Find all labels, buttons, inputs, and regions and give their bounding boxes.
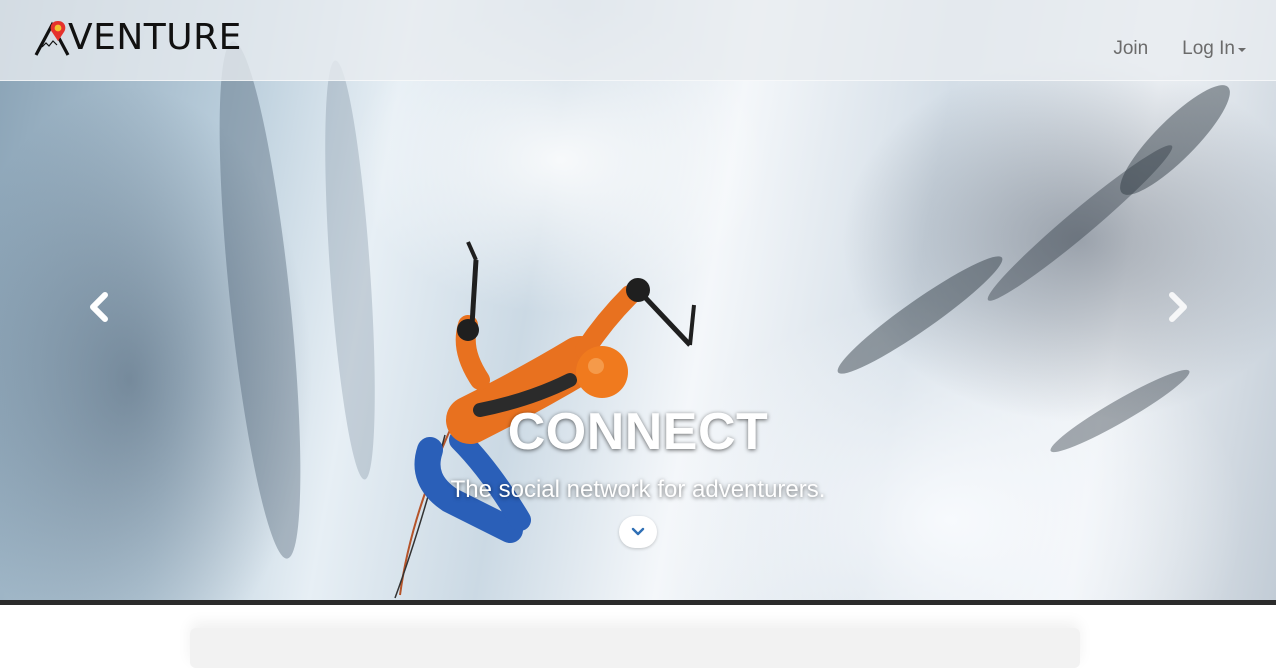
chevron-left-icon [90,292,108,322]
chevron-down-icon [631,527,645,536]
login-dropdown[interactable]: Log In [1148,38,1246,60]
mountain-pin-logo-icon [34,21,70,56]
content-section [190,628,1080,668]
login-label: Log In [1182,38,1235,59]
brand-logo[interactable]: VENTURE [34,18,242,58]
chevron-right-icon [1169,292,1187,322]
carousel-title: CONNECT [507,403,769,461]
scroll-down-button[interactable] [619,516,657,548]
carousel-prev-button[interactable] [84,290,114,324]
carousel-next-button[interactable] [1163,290,1193,324]
nav-links: Join Log In [1079,38,1246,60]
hero-carousel [0,0,1276,600]
brand-name: VENTURE [68,17,242,58]
carousel-subtitle: The social network for adventurers. [450,476,826,503]
top-navbar: VENTURE Join Log In [0,0,1276,81]
section-divider [0,600,1276,605]
caret-down-icon [1238,48,1246,52]
join-link[interactable]: Join [1079,38,1148,60]
